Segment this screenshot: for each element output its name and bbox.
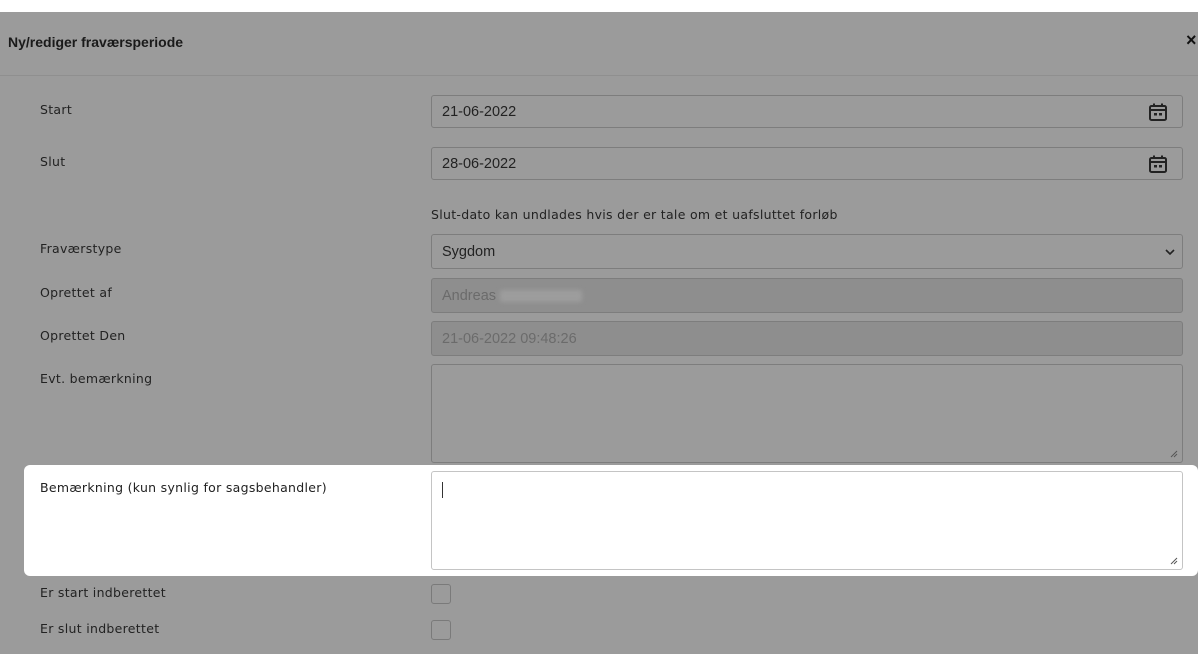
dialog-title: Ny/rediger fraværsperiode [8, 34, 184, 50]
evt-bemaerkning-textarea[interactable] [431, 364, 1183, 463]
oprettet-af-field: Andreas [431, 278, 1183, 313]
start-date-value: 21-06-2022 [442, 104, 517, 120]
er-slut-indberettet-checkbox[interactable] [431, 620, 451, 640]
oprettet-af-label: Oprettet af [40, 285, 113, 300]
fravaerstype-select[interactable]: Sygdom [431, 234, 1183, 269]
resize-handle-icon[interactable] [1170, 557, 1178, 565]
redacted-surname [500, 290, 583, 303]
er-slut-indberettet-label: Er slut indberettet [40, 621, 160, 636]
text-caret [442, 482, 443, 498]
dialog-header: Ny/rediger fraværsperiode × [0, 12, 1198, 76]
fravaerstype-label: Fraværstype [40, 241, 122, 256]
calendar-icon[interactable] [1148, 102, 1168, 122]
oprettet-den-field: 21-06-2022 09:48:26 [431, 321, 1183, 356]
fravaerstype-value: Sygdom [442, 244, 496, 260]
sagsbehandler-remark-label: Bemærkning (kun synlig for sagsbehandler… [40, 480, 327, 495]
slut-label: Slut [40, 154, 66, 169]
end-date-hint: Slut-dato kan undlades hvis der er tale … [431, 207, 838, 222]
er-start-indberettet-label: Er start indberettet [40, 585, 167, 600]
slut-date-value: 28-06-2022 [442, 156, 517, 172]
calendar-icon[interactable] [1148, 154, 1168, 174]
er-start-indberettet-checkbox[interactable] [431, 584, 451, 604]
start-label: Start [40, 102, 73, 117]
oprettet-den-value: 21-06-2022 09:48:26 [442, 331, 577, 347]
resize-handle-icon[interactable] [1170, 450, 1178, 458]
slut-date-input[interactable]: 28-06-2022 [431, 147, 1183, 180]
chevron-down-icon [1165, 249, 1175, 256]
evt-bemaerkning-label: Evt. bemærkning [40, 371, 153, 386]
close-icon[interactable]: × [1186, 30, 1198, 51]
sagsbehandler-remark-textarea[interactable] [431, 471, 1183, 570]
top-strip [0, 0, 1198, 12]
start-date-input[interactable]: 21-06-2022 [431, 95, 1183, 128]
oprettet-den-label: Oprettet Den [40, 328, 126, 343]
oprettet-af-value: Andreas [442, 288, 583, 304]
